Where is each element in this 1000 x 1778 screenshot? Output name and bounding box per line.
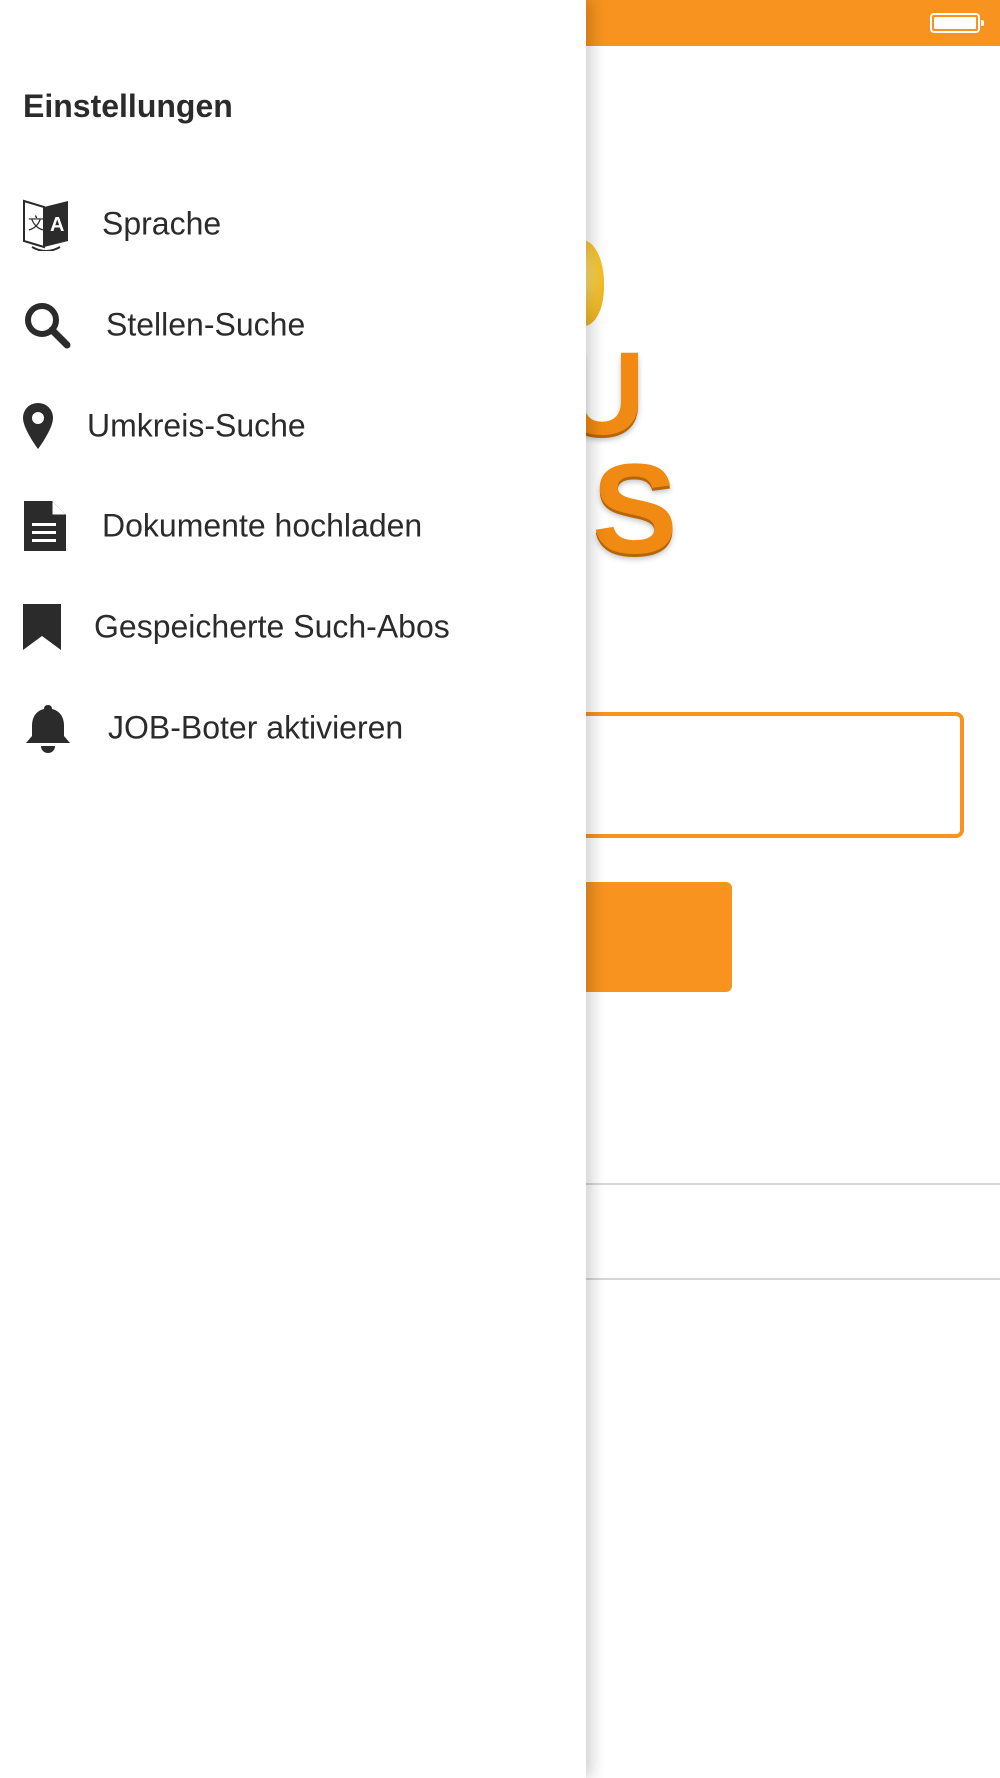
svg-text:A: A [50,214,64,236]
logo-letter-s: S [592,438,678,581]
translate-icon: 文 A [23,199,68,251]
menu-item-gespeicherte-such-abos[interactable]: Gespeicherte Such-Abos [0,587,586,667]
search-icon [25,303,71,349]
menu-item-label: Gespeicherte Such-Abos [94,608,450,645]
menu-item-label: Umkreis-Suche [87,407,306,444]
menu-item-job-boter-aktivieren[interactable]: JOB-Boter aktivieren [0,688,586,768]
bookmark-icon [23,604,61,650]
menu-item-dokumente-hochladen[interactable]: Dokumente hochladen [0,486,586,566]
menu-item-sprache[interactable]: 文 A Sprache [0,184,586,264]
battery-icon [930,13,984,33]
menu-item-stellen-suche[interactable]: Stellen-Suche [0,285,586,365]
map-marker-icon [23,403,53,449]
document-icon [24,501,66,551]
navigation-drawer: Einstellungen 文 A Sprache Stellen-Suche [0,0,586,1778]
menu-item-label: Sprache [102,205,222,242]
app-screen: U S e Einstellungen 文 A Sprache [0,0,1000,1778]
menu-item-label: Stellen-Suche [106,306,306,343]
divider [520,1183,1000,1185]
menu-item-label: Dokumente hochladen [102,507,423,544]
svg-text:文: 文 [28,215,44,233]
divider [520,1278,1000,1280]
search-input[interactable] [520,712,964,838]
menu-item-label: JOB-Boter aktivieren [108,709,404,746]
drawer-title: Einstellungen [23,88,233,124]
menu-item-umkreis-suche[interactable]: Umkreis-Suche [0,386,586,466]
bell-icon [26,705,70,753]
